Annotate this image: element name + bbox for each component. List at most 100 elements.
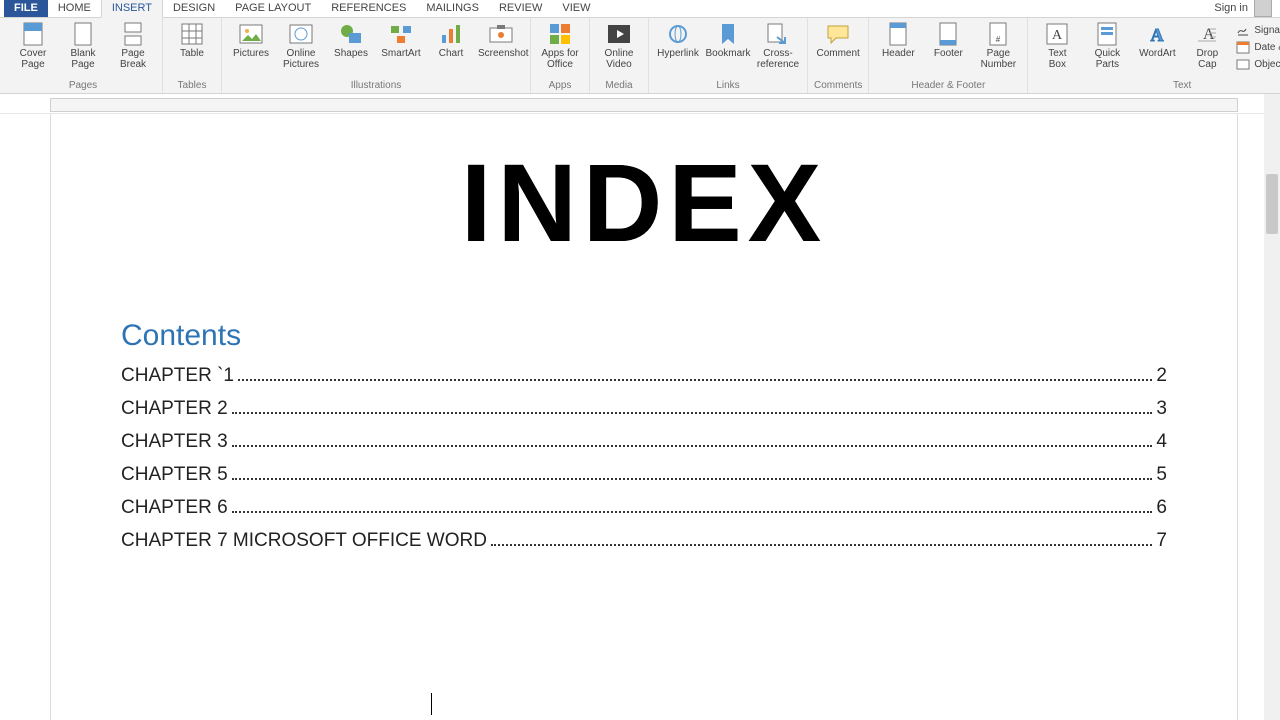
wordart-icon: A bbox=[1145, 22, 1169, 46]
video-label: Online Video bbox=[605, 48, 634, 70]
toc-entry[interactable]: CHAPTER 7 MICROSOFT OFFICE WORD 7 bbox=[121, 530, 1167, 552]
shapes-label: Shapes bbox=[334, 48, 368, 59]
pictures-icon bbox=[239, 22, 263, 46]
bookmark-icon bbox=[716, 22, 740, 46]
toc-entry[interactable]: CHAPTER 6 6 bbox=[121, 497, 1167, 519]
group-text-label: Text bbox=[1173, 80, 1191, 93]
apps-icon bbox=[548, 22, 572, 46]
svg-text:A: A bbox=[1151, 25, 1164, 45]
tab-file[interactable]: FILE bbox=[4, 0, 48, 17]
toc-entry[interactable]: CHAPTER 5 5 bbox=[121, 464, 1167, 486]
pictures-button[interactable]: Pictures bbox=[228, 20, 274, 59]
toc-leader bbox=[232, 445, 1153, 447]
toc-entry[interactable]: CHAPTER 2 3 bbox=[121, 398, 1167, 420]
group-headerfooter-label: Header & Footer bbox=[911, 80, 985, 93]
date-icon bbox=[1236, 40, 1250, 54]
screenshot-label: Screenshot bbox=[478, 48, 524, 59]
blank-page-icon bbox=[71, 22, 95, 46]
cover-page-button[interactable]: Cover Page bbox=[10, 20, 56, 70]
toc-entry-page: 4 bbox=[1156, 431, 1167, 453]
signature-line-button[interactable]: Signature Line ▾ bbox=[1234, 22, 1280, 38]
group-comments-label: Comments bbox=[814, 80, 862, 93]
quickparts-icon bbox=[1095, 22, 1119, 46]
page-break-icon bbox=[121, 22, 145, 46]
crossref-button[interactable]: Cross- reference bbox=[755, 20, 801, 70]
toc-entry-title: CHAPTER `1 bbox=[121, 365, 234, 387]
group-headerfooter: Header Footer # Page Number Header & Foo… bbox=[868, 18, 1027, 93]
chart-icon bbox=[439, 22, 463, 46]
toc-entry-title: CHAPTER 5 bbox=[121, 464, 228, 486]
smartart-button[interactable]: SmartArt bbox=[378, 20, 424, 59]
smartart-label: SmartArt bbox=[381, 48, 420, 59]
online-video-button[interactable]: Online Video bbox=[596, 20, 642, 70]
comment-label: Comment bbox=[816, 48, 859, 59]
signature-icon bbox=[1236, 23, 1250, 37]
comment-icon bbox=[826, 22, 850, 46]
tab-view[interactable]: VIEW bbox=[552, 0, 600, 17]
tab-insert[interactable]: INSERT bbox=[101, 0, 163, 18]
footer-button[interactable]: Footer bbox=[925, 20, 971, 59]
tab-pagelayout[interactable]: PAGE LAYOUT bbox=[225, 0, 321, 17]
tab-design[interactable]: DESIGN bbox=[163, 0, 225, 17]
blank-page-label: Blank Page bbox=[70, 48, 95, 70]
pictures-label: Pictures bbox=[233, 48, 269, 59]
page-break-label: Page Break bbox=[120, 48, 146, 70]
contents-heading: Contents bbox=[121, 319, 1167, 353]
blank-page-button[interactable]: Blank Page bbox=[60, 20, 106, 70]
header-button[interactable]: Header bbox=[875, 20, 921, 59]
textbox-button[interactable]: A Text Box bbox=[1034, 20, 1080, 70]
wordart-label: WordArt bbox=[1139, 48, 1176, 59]
cover-page-label: Cover Page bbox=[20, 48, 47, 70]
tab-references[interactable]: REFERENCES bbox=[321, 0, 416, 17]
dropcap-button[interactable]: A Drop Cap bbox=[1184, 20, 1230, 70]
video-icon bbox=[607, 22, 631, 46]
document-page[interactable]: INDEX Contents CHAPTER `1 2 CHAPTER 2 3 … bbox=[50, 114, 1238, 720]
horizontal-ruler[interactable] bbox=[50, 98, 1238, 112]
header-label: Header bbox=[882, 48, 915, 59]
toc-leader bbox=[232, 412, 1153, 414]
vertical-scrollbar[interactable] bbox=[1264, 94, 1280, 720]
comment-button[interactable]: Comment bbox=[815, 20, 861, 59]
toc-entry-title: CHAPTER 3 bbox=[121, 431, 228, 453]
object-label: Object bbox=[1254, 59, 1280, 70]
toc-entry[interactable]: CHAPTER 3 4 bbox=[121, 431, 1167, 453]
signin-label: Sign in bbox=[1214, 2, 1248, 14]
group-apps: Apps for Office Apps bbox=[530, 18, 589, 93]
textbox-label: Text Box bbox=[1048, 48, 1066, 70]
document-workspace: INDEX Contents CHAPTER `1 2 CHAPTER 2 3 … bbox=[0, 114, 1280, 720]
date-time-button[interactable]: Date & Time bbox=[1234, 39, 1280, 55]
quickparts-button[interactable]: Quick Parts bbox=[1084, 20, 1130, 70]
crossref-label: Cross- reference bbox=[757, 48, 799, 70]
signature-line-label: Signature Line bbox=[1254, 25, 1280, 36]
chart-label: Chart bbox=[439, 48, 463, 59]
tab-mailings[interactable]: MAILINGS bbox=[416, 0, 489, 17]
chart-button[interactable]: Chart bbox=[428, 20, 474, 59]
table-button[interactable]: Table bbox=[169, 20, 215, 59]
screenshot-button[interactable]: Screenshot bbox=[478, 20, 524, 59]
svg-text:A: A bbox=[1052, 28, 1063, 43]
online-pictures-button[interactable]: Online Pictures bbox=[278, 20, 324, 70]
scrollbar-thumb[interactable] bbox=[1266, 174, 1278, 234]
page-break-button[interactable]: Page Break bbox=[110, 20, 156, 70]
toc-entry-title: CHAPTER 6 bbox=[121, 497, 228, 519]
object-button[interactable]: Object ▾ bbox=[1234, 56, 1280, 72]
hyperlink-button[interactable]: Hyperlink bbox=[655, 20, 701, 59]
tab-review[interactable]: REVIEW bbox=[489, 0, 552, 17]
toc-entry[interactable]: CHAPTER `1 2 bbox=[121, 365, 1167, 387]
footer-icon bbox=[936, 22, 960, 46]
text-cursor bbox=[431, 693, 432, 715]
shapes-button[interactable]: Shapes bbox=[328, 20, 374, 59]
group-tables: Table Tables bbox=[162, 18, 221, 93]
toc-leader bbox=[491, 544, 1152, 546]
page-number-button[interactable]: # Page Number bbox=[975, 20, 1021, 70]
apps-button[interactable]: Apps for Office bbox=[537, 20, 583, 70]
wordart-button[interactable]: A WordArt bbox=[1134, 20, 1180, 59]
signin-area[interactable]: Sign in bbox=[1214, 0, 1280, 17]
bookmark-button[interactable]: Bookmark bbox=[705, 20, 751, 59]
apps-label: Apps for Office bbox=[541, 48, 578, 70]
toc-entry-title: CHAPTER 2 bbox=[121, 398, 228, 420]
tab-home[interactable]: HOME bbox=[48, 0, 101, 17]
textbox-icon: A bbox=[1045, 22, 1069, 46]
document-title: INDEX bbox=[121, 149, 1167, 259]
group-media-label: Media bbox=[605, 80, 632, 93]
